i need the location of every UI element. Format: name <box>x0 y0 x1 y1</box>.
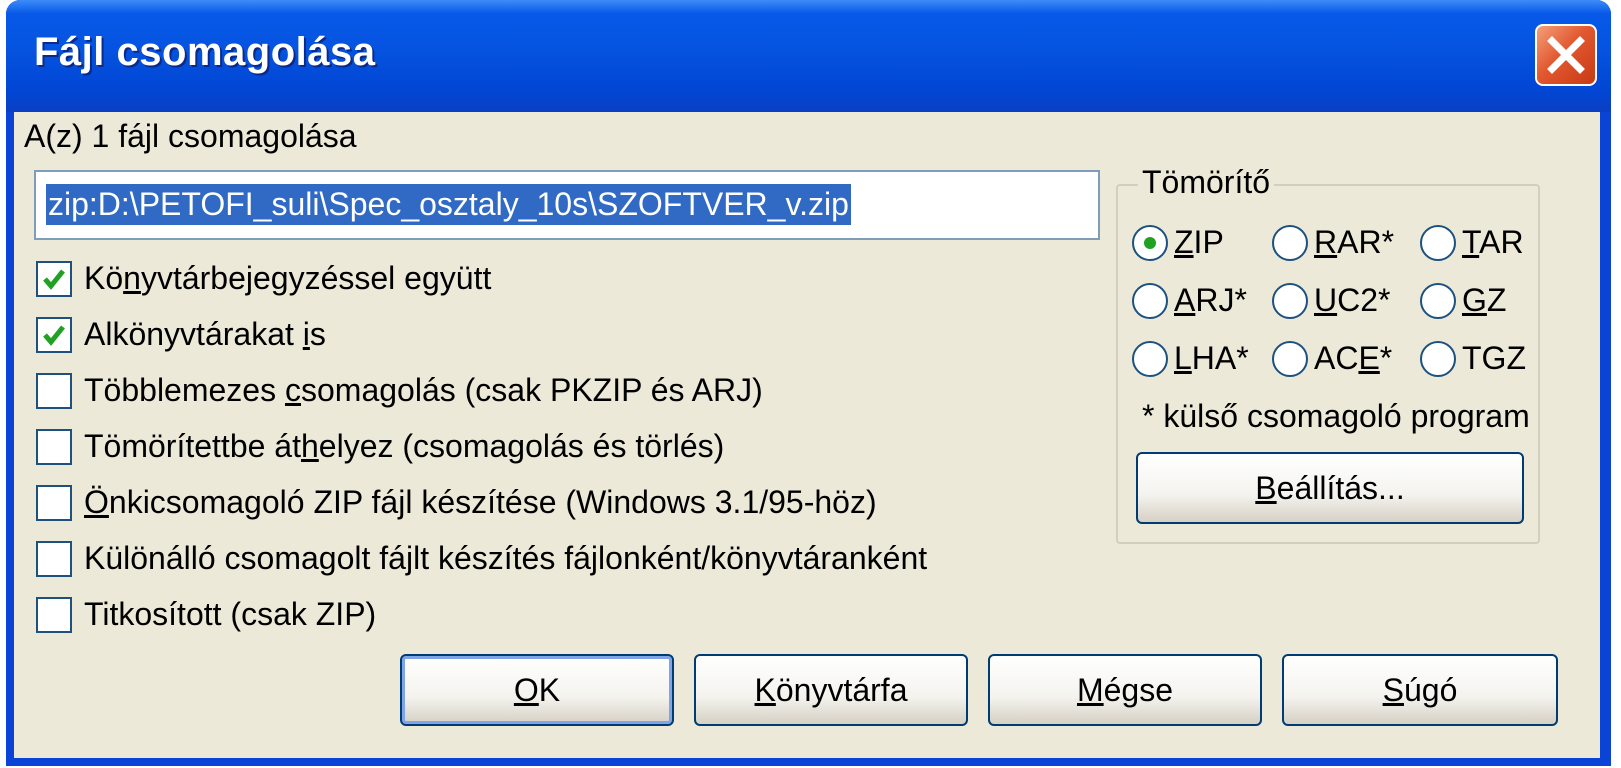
radio-gz[interactable]: GZ <box>1420 282 1506 319</box>
option-with-directories[interactable]: Könyvtárbejegyzéssel együtt <box>36 260 491 297</box>
checkbox[interactable] <box>36 260 72 297</box>
checkbox[interactable] <box>36 428 72 465</box>
radio-arj[interactable]: ARJ* <box>1132 282 1247 319</box>
file-count-caption: A(z) 1 fájl csomagolása <box>24 118 357 154</box>
radio-label: UC2* <box>1314 282 1391 318</box>
directory-tree-button-label: Könyvtárfa <box>754 671 908 708</box>
dialog-window: Fájl csomagolása A(z) 1 fájl csomagolása… <box>6 0 1611 766</box>
option-label: Titkosított (csak ZIP) <box>84 596 377 632</box>
radio-zip[interactable]: ZIP <box>1132 224 1224 261</box>
compressor-group-legend: Tömörítő <box>1138 164 1275 201</box>
radio-uc2[interactable]: UC2* <box>1272 282 1390 319</box>
close-button[interactable] <box>1535 24 1597 86</box>
checkmark-icon <box>43 268 65 290</box>
radio-label: ZIP <box>1174 224 1224 260</box>
radio-rar[interactable]: RAR* <box>1272 224 1394 261</box>
radio-button[interactable] <box>1132 340 1168 377</box>
radio-label: LHA* <box>1174 340 1249 376</box>
option-separate-archives[interactable]: Különálló csomagolt fájlt készítés fájlo… <box>36 540 927 577</box>
window-title: Fájl csomagolása <box>34 30 376 74</box>
checkbox[interactable] <box>36 484 72 521</box>
radio-label: RAR* <box>1314 224 1395 260</box>
radio-button[interactable] <box>1132 224 1168 261</box>
radio-label: GZ <box>1462 282 1507 318</box>
radio-button[interactable] <box>1272 282 1308 319</box>
settings-button-label: Beállítás... <box>1255 469 1405 506</box>
radio-tar[interactable]: TAR <box>1420 224 1524 261</box>
radio-button[interactable] <box>1272 340 1308 377</box>
checkbox[interactable] <box>36 540 72 577</box>
close-icon <box>1547 36 1585 74</box>
option-label: Különálló csomagolt fájlt készítés fájlo… <box>84 540 928 576</box>
external-packer-note: * külső csomagoló program <box>1142 398 1530 434</box>
checkbox[interactable] <box>36 596 72 633</box>
radio-label: TGZ <box>1462 340 1526 376</box>
option-multivolume[interactable]: Többlemezes csomagolás (csak PKZIP és AR… <box>36 372 763 409</box>
option-encrypted[interactable]: Titkosított (csak ZIP) <box>36 596 376 633</box>
option-move-to-archive[interactable]: Tömörítettbe áthelyez (csomagolás és tör… <box>36 428 724 465</box>
archive-path-value: zip:D:\PETOFI_suli\Spec_osztaly_10s\SZOF… <box>46 184 851 225</box>
cancel-button-label: Mégse <box>1076 671 1174 708</box>
settings-button[interactable]: Beállítás... <box>1136 452 1524 524</box>
radio-selected-dot <box>1144 236 1156 249</box>
option-subdirectories[interactable]: Alkönyvtárakat is <box>36 316 326 353</box>
checkmark-icon <box>43 324 65 346</box>
directory-tree-button[interactable]: Könyvtárfa <box>694 654 968 726</box>
title-bar[interactable]: Fájl csomagolása <box>6 0 1611 112</box>
radio-label: ARJ* <box>1174 282 1247 318</box>
radio-ace[interactable]: ACE* <box>1272 340 1392 377</box>
ok-button-label: OK <box>513 671 561 708</box>
ok-button[interactable]: OK <box>400 654 674 726</box>
cancel-button[interactable]: Mégse <box>988 654 1262 726</box>
help-button-label: Súgó <box>1382 671 1458 708</box>
option-label: Tömörítettbe áthelyez (csomagolás és tör… <box>84 428 725 464</box>
checkbox[interactable] <box>36 372 72 409</box>
option-label: Könyvtárbejegyzéssel együtt <box>84 260 492 296</box>
radio-button[interactable] <box>1272 224 1308 261</box>
archive-path-input[interactable]: zip:D:\PETOFI_suli\Spec_osztaly_10s\SZOF… <box>34 170 1100 240</box>
checkbox[interactable] <box>36 316 72 353</box>
option-label: Alkönyvtárakat is <box>84 316 326 352</box>
option-label: Önkicsomagoló ZIP fájl készítése (Window… <box>84 484 877 520</box>
radio-button[interactable] <box>1420 282 1456 319</box>
radio-tgz[interactable]: TGZ <box>1420 340 1526 377</box>
dialog-body: A(z) 1 fájl csomagolása zip:D:\PETOFI_su… <box>14 112 1600 758</box>
option-self-extracting[interactable]: Önkicsomagoló ZIP fájl készítése (Window… <box>36 484 877 521</box>
radio-label: TAR <box>1462 224 1524 260</box>
radio-button[interactable] <box>1420 340 1456 377</box>
radio-lha[interactable]: LHA* <box>1132 340 1249 377</box>
radio-label: ACE* <box>1314 340 1393 376</box>
option-label: Többlemezes csomagolás (csak PKZIP és AR… <box>84 372 763 408</box>
compressor-group: Tömörítő ZIP RAR* TAR ARJ* UC2* GZ LHA* … <box>1116 164 1540 544</box>
radio-button[interactable] <box>1420 224 1456 261</box>
help-button[interactable]: Súgó <box>1282 654 1558 726</box>
radio-button[interactable] <box>1132 282 1168 319</box>
